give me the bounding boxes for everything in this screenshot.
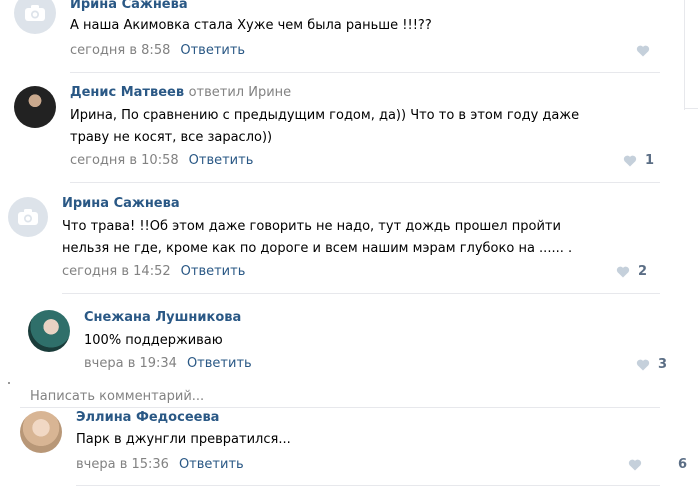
heart-icon <box>636 359 650 370</box>
comment-text: Ирина, По сравнению с предыдущим годом, … <box>70 108 580 123</box>
like-count: 1 <box>645 153 655 168</box>
like-button[interactable]: 6 <box>628 457 687 472</box>
like-count: 2 <box>638 264 648 279</box>
comment-text: траву не косят, все зарасло)) <box>70 130 273 145</box>
divider <box>684 108 698 109</box>
like-button[interactable]: 3 <box>636 357 667 372</box>
avatar[interactable] <box>14 0 56 34</box>
panel-border <box>684 0 685 110</box>
comment-time[interactable]: сегодня в 10:58 <box>70 153 179 168</box>
avatar[interactable] <box>14 86 56 128</box>
like-button[interactable]: 1 <box>623 153 654 168</box>
comment-meta: сегодня в 10:58 Ответить <box>70 153 253 168</box>
author-name[interactable]: Денис Матвеев <box>70 85 184 100</box>
divider <box>70 72 660 73</box>
reply-button[interactable]: Ответить <box>189 153 254 168</box>
comment-author[interactable]: Денис Матвеев ответил Ирине <box>70 85 291 100</box>
comment-time[interactable]: вчера в 19:34 <box>84 356 177 371</box>
comment-time[interactable]: вчера в 15:36 <box>76 457 169 472</box>
avatar[interactable] <box>28 310 70 352</box>
heart-icon <box>628 459 642 470</box>
comment-time[interactable]: сегодня в 8:58 <box>70 43 170 58</box>
divider <box>62 293 660 294</box>
comment-author[interactable]: Ирина Сажнева <box>62 196 180 211</box>
reply-button[interactable]: Ответить <box>181 264 246 279</box>
avatar[interactable] <box>8 197 48 237</box>
like-count: 3 <box>658 357 668 372</box>
heart-icon <box>616 266 630 277</box>
like-button[interactable] <box>636 45 658 57</box>
reply-to-label[interactable]: ответил Ирине <box>189 85 292 100</box>
reply-button[interactable]: Ответить <box>187 356 252 371</box>
heart-icon <box>636 45 650 57</box>
comment-text: 100% поддерживаю <box>84 333 223 348</box>
avatar[interactable] <box>20 411 62 453</box>
heart-icon <box>623 155 637 166</box>
like-button[interactable]: 2 <box>616 264 647 279</box>
reply-button[interactable]: Ответить <box>179 457 244 472</box>
comment-author[interactable]: Ирина Сажнева <box>70 0 188 12</box>
comment-time[interactable]: сегодня в 14:52 <box>62 264 171 279</box>
comment-text: А наша Акимовка стала Хуже чем была рань… <box>70 18 432 33</box>
divider <box>70 182 660 183</box>
reply-button[interactable]: Ответить <box>180 43 245 58</box>
comment-author[interactable]: Эллина Федосеева <box>76 410 219 425</box>
like-count: 6 <box>678 457 688 472</box>
divider <box>76 485 660 486</box>
comment-text: нельзя не где, кроме как по дороге и все… <box>62 241 573 256</box>
comment-text: Парк в джунгли превратился... <box>76 432 291 447</box>
divider <box>20 407 660 408</box>
camera-icon <box>25 5 45 21</box>
comment-meta: сегодня в 14:52 Ответить <box>62 264 245 279</box>
comment-meta: сегодня в 8:58 Ответить <box>70 43 245 58</box>
comment-meta: вчера в 19:34 Ответить <box>84 356 252 371</box>
comment-author[interactable]: Снежана Лушникова <box>84 310 241 325</box>
write-comment-input[interactable]: Написать комментарий... <box>30 389 204 404</box>
decorative-dot <box>8 382 10 384</box>
camera-icon <box>18 209 38 225</box>
comment-text: Что трава! !!Об этом даже говорить не на… <box>62 219 561 234</box>
comment-meta: вчера в 15:36 Ответить <box>76 457 244 472</box>
